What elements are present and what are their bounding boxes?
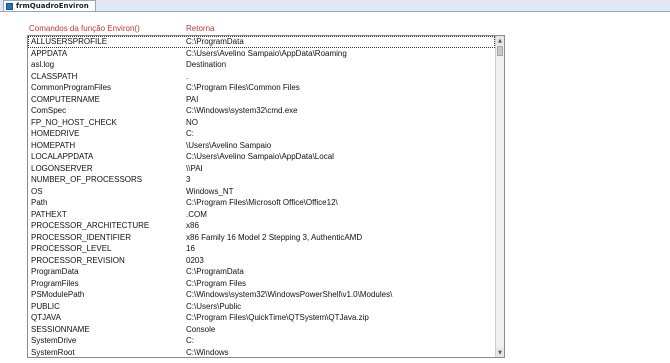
document-tab-strip: frmQuadroEnviron [0, 0, 670, 12]
env-variable-value: C:\Program Files\QuickTime\QTSystem\QTJa… [186, 313, 369, 322]
tab-label: frmQuadroEnviron [16, 2, 89, 10]
list-item[interactable]: SystemRoot C:\Windows [28, 347, 495, 358]
list-item[interactable]: SESSIONNAME Console [28, 324, 495, 336]
env-variable-value: C:\Windows\system32\cmd.exe [186, 106, 298, 115]
env-variable-name: SystemDrive [31, 336, 77, 345]
list-item[interactable]: APPDATA C:\Users\Avelino Sampaio\AppData\… [28, 48, 495, 60]
env-variable-value: C:\Program Files\Microsoft Office\Office… [186, 198, 338, 207]
env-variable-value: \\PAI [186, 163, 203, 173]
env-variable-value: C:\Windows\system32\WindowsPowerShell\v1… [186, 290, 393, 299]
env-variable-name: QTJAVA [31, 313, 61, 322]
env-variable-value: NO [186, 117, 198, 127]
env-variable-name: PROCESSOR_ARCHITECTURE [31, 221, 150, 230]
list-item[interactable]: CLASSPATH. [28, 71, 495, 83]
list-item[interactable]: PROCESSOR_LEVEL 16 [28, 243, 495, 255]
list-item[interactable]: PUBLIC C:\Users\Public [28, 301, 495, 313]
list-item[interactable]: PROCESSOR_IDENTIFIER x86 Family 16 Model … [28, 232, 495, 244]
list-item[interactable]: NUMBER_OF_PROCESSORS 3 [28, 174, 495, 186]
list-item[interactable]: COMPUTERNAME PAI [28, 94, 495, 106]
env-variable-name: PROCESSOR_IDENTIFIER [31, 232, 132, 242]
list-item[interactable]: OS Windows_NT [28, 186, 495, 198]
env-variable-name: CLASSPATH [31, 71, 78, 81]
env-variable-value: C:\Users\Avelino Sampaio\AppData\Roaming [186, 48, 347, 58]
env-variable-name: APPDATA [31, 48, 68, 58]
env-variable-value: C:\ProgramData [186, 37, 244, 46]
env-variable-value: C:\Program Files\Common Files [186, 83, 300, 92]
env-variable-value: C: [186, 336, 194, 345]
env-variable-name: PROCESSOR_LEVEL [31, 244, 112, 253]
env-variable-name: OS [31, 186, 43, 196]
scroll-up-icon[interactable]: ▲ [496, 36, 504, 45]
env-variable-value: 0203 [186, 255, 204, 265]
list-item[interactable]: QTJAVA C:\Program Files\QuickTime\QTSyste… [28, 312, 495, 324]
column-header-commands: Comandos da função Environ() [29, 24, 140, 33]
list-item[interactable]: HOMEDRIVE C: [28, 128, 495, 140]
env-variable-value: C: [186, 129, 194, 138]
env-variable-name: SystemRoot [31, 347, 75, 357]
list-item[interactable]: LOCALAPPDATA C:\Users\Avelino Sampaio\App… [28, 151, 495, 163]
env-variable-value: Console [186, 324, 216, 334]
scroll-thumb[interactable] [497, 46, 503, 56]
env-variable-name: ALLUSERSPROFILE [31, 37, 108, 46]
column-header-returns: Retorna [186, 24, 215, 33]
env-variable-value: PAI [186, 94, 199, 104]
env-variable-value: \Users\Avelino Sampaio [186, 140, 272, 150]
list-item[interactable]: LOGONSERVER \\PAI [28, 163, 495, 175]
env-variable-value: x86 Family 16 Model 2 Stepping 3, Authen… [186, 232, 363, 242]
env-variable-value: .COM [186, 209, 207, 219]
env-variable-name: asl.log [31, 60, 55, 69]
list-item[interactable]: PROCESSOR_REVISION 0203 [28, 255, 495, 267]
env-variable-value: . [186, 71, 189, 81]
env-variable-name: NUMBER_OF_PROCESSORS [31, 175, 143, 184]
env-variable-value: Destination [186, 60, 227, 69]
env-variable-name: LOGONSERVER [31, 163, 93, 173]
list-item[interactable]: PATHEXT .COM [28, 209, 495, 221]
tab-frmquadroenviron[interactable]: frmQuadroEnviron [3, 0, 96, 11]
list-item[interactable]: ComSpec C:\Windows\system32\cmd.exe [28, 105, 495, 117]
list-item[interactable]: ProgramData C:\ProgramData [28, 266, 495, 278]
vertical-scrollbar[interactable]: ▲ ▼ [495, 36, 504, 357]
env-variable-value: 16 [186, 244, 195, 253]
env-variable-name: FP_NO_HOST_CHECK [31, 117, 117, 127]
list-item[interactable]: ALLUSERSPROFILE C:\ProgramData [28, 36, 495, 48]
env-variable-name: CommonProgramFiles [31, 83, 112, 92]
form-icon [6, 2, 13, 10]
list-item[interactable]: CommonProgramFiles C:\Program Files\Commo… [28, 82, 495, 94]
env-variable-value: C:\Program Files [186, 278, 247, 288]
list-item[interactable]: asl.log Destination [28, 59, 495, 71]
env-variable-name: Path [31, 198, 48, 207]
env-variable-value: C:\Users\Avelino Sampaio\AppData\Local [186, 152, 334, 161]
env-variable-value: 3 [186, 175, 191, 184]
env-variable-value: C:\ProgramData [186, 267, 244, 276]
env-variable-value: Windows_NT [186, 186, 234, 196]
env-variable-name: HOMEDRIVE [31, 129, 80, 138]
list-item[interactable]: FP_NO_HOST_CHECK NO [28, 117, 495, 129]
list-item[interactable]: ProgramFiles C:\Program Files [28, 278, 495, 290]
list-item[interactable]: PROCESSOR_ARCHITECTURE x86 [28, 220, 495, 232]
env-variable-value: C:\Windows [186, 347, 229, 357]
env-variable-name: COMPUTERNAME [31, 94, 100, 104]
list-item[interactable]: SystemDrive C: [28, 335, 495, 347]
env-variable-name: PSModulePath [31, 290, 85, 299]
env-variable-name: PUBLIC [31, 301, 60, 311]
list-rows: ALLUSERSPROFILE C:\ProgramData APPDATA C:\U… [28, 36, 495, 358]
env-variable-value: C:\Users\Public [186, 301, 242, 311]
env-variable-name: ProgramFiles [31, 278, 79, 288]
env-variable-name: ProgramData [31, 267, 79, 276]
env-variable-name: PATHEXT [31, 209, 67, 219]
env-variable-name: ComSpec [31, 106, 67, 115]
list-item[interactable]: Path C:\Program Files\Microsoft Office\Of… [28, 197, 495, 209]
env-variable-value: x86 [186, 221, 199, 230]
environ-list-box[interactable]: ALLUSERSPROFILE C:\ProgramData APPDATA C:\U… [27, 35, 505, 358]
env-variable-name: HOMEPATH [31, 140, 76, 150]
env-variable-name: PROCESSOR_REVISION [31, 255, 125, 265]
list-item[interactable]: PSModulePath C:\Windows\system32\WindowsP… [28, 289, 495, 301]
env-variable-name: SESSIONNAME [31, 324, 90, 334]
scroll-down-icon[interactable]: ▼ [496, 348, 504, 357]
list-item[interactable]: HOMEPATH \Users\Avelino Sampaio [28, 140, 495, 152]
env-variable-name: LOCALAPPDATA [31, 152, 94, 161]
